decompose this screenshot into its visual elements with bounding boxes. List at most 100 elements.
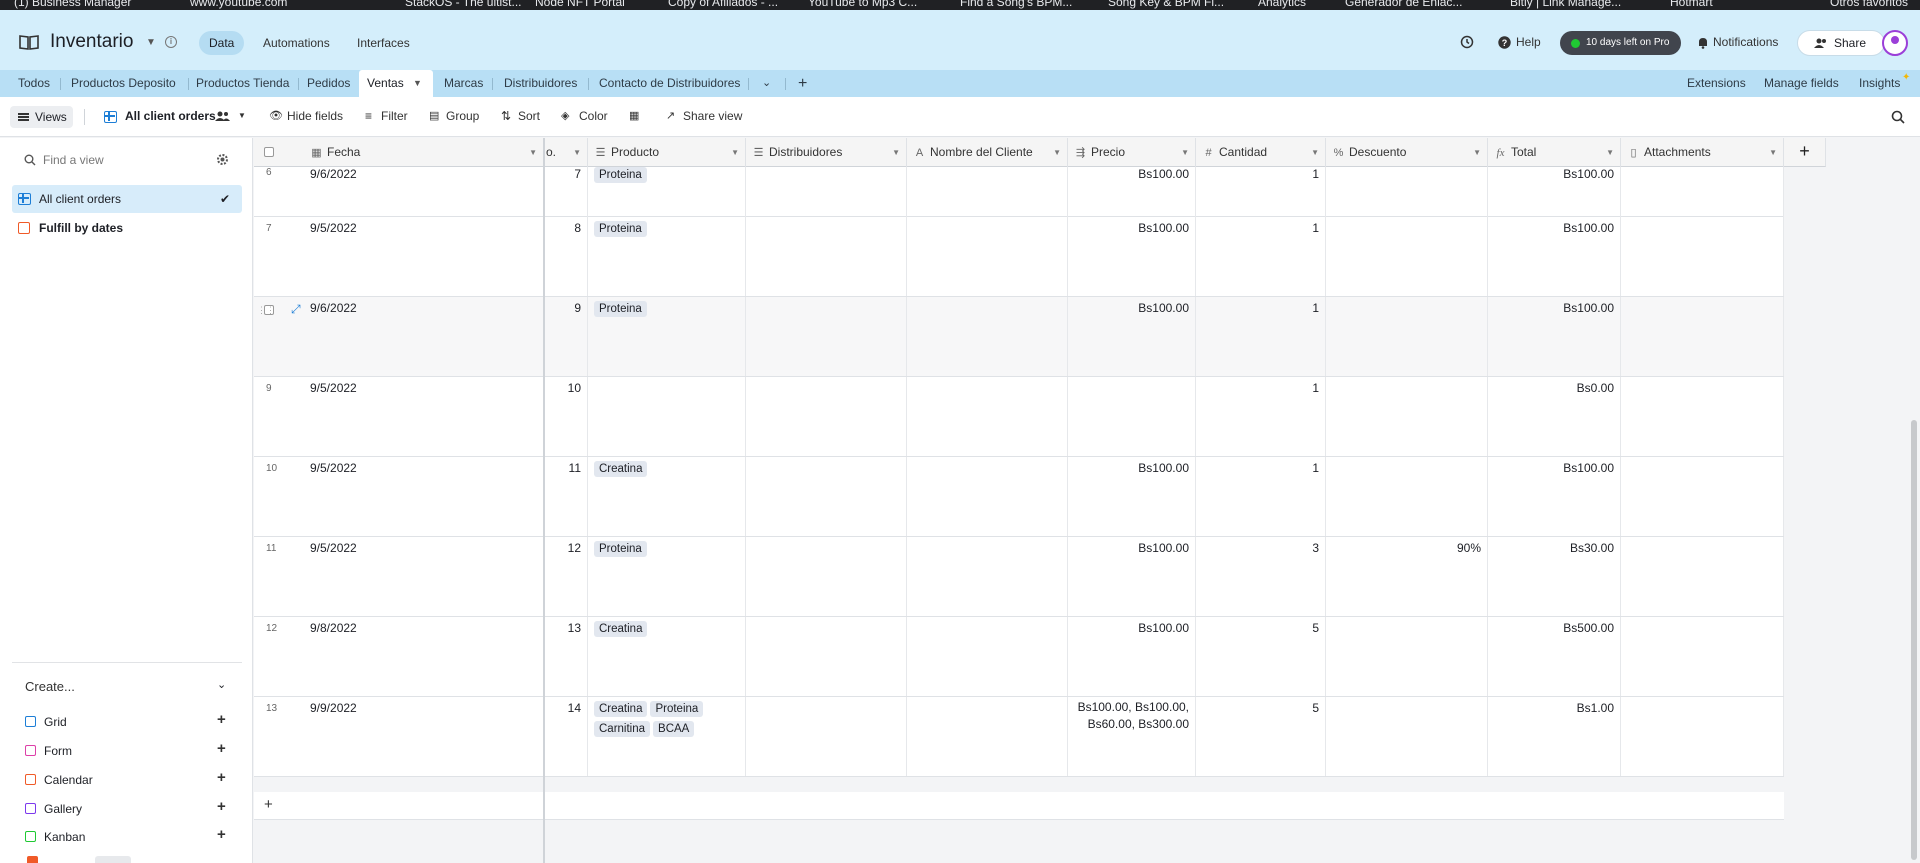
chevron-down-icon[interactable]: ⌄ [217,678,226,691]
distribuidores-cell[interactable] [746,537,907,616]
producto-cell[interactable]: Proteina [588,537,746,616]
table-tab-productos-deposito[interactable]: Productos Deposito [63,70,184,97]
fecha-cell[interactable]: 9/5/2022 [304,537,544,616]
tab-automations[interactable]: Automations [253,31,340,55]
tab-data[interactable]: Data [199,31,245,55]
attachments-cell[interactable] [1621,537,1784,616]
descuento-cell[interactable] [1326,297,1488,376]
bookmark[interactable]: Hotmart [1670,0,1713,9]
bookmark[interactable]: StackOS - The ultist... [405,0,521,9]
table-tab-distribuidores[interactable]: Distribuidores [496,70,585,97]
precio-cell[interactable] [1068,377,1196,456]
manage-fields-button[interactable]: Manage fields [1764,70,1839,97]
column-header-attachments[interactable]: ▯ Attachments ▼ [1621,138,1784,167]
table-tab-ventas[interactable]: Ventas ▼ [359,70,433,98]
table-row[interactable]: 6 9/6/2022 7 Proteina Bs100.00 1 Bs100.0… [254,167,1784,246]
descuento-cell[interactable] [1326,217,1488,296]
sort-button[interactable]: Sort [518,109,540,123]
column-header-distribuidores[interactable]: ☰ Distribuidores ▼ [746,138,907,167]
chevron-down-icon[interactable]: ▼ [146,37,156,48]
product-chip[interactable]: Proteina [594,541,647,557]
chevron-down-icon[interactable]: ▼ [1311,138,1319,167]
sidebar-view-fulfill-by-dates[interactable]: Fulfill by dates [12,214,242,242]
chevron-down-icon[interactable]: ▼ [529,138,537,167]
no-cell[interactable]: 11 [544,457,588,536]
column-header-precio[interactable]: ⇶ Precio ▼ [1068,138,1196,167]
column-header-cliente[interactable]: A Nombre del Cliente ▼ [907,138,1068,167]
cliente-cell[interactable] [907,377,1068,456]
current-view-name[interactable]: All client orders [125,109,216,123]
fecha-cell[interactable]: 9/5/2022 [304,217,544,296]
bookmark[interactable]: www.youtube.com [190,0,287,9]
column-header-total[interactable]: fx Total ▼ [1488,138,1621,167]
precio-cell[interactable]: Bs100.00 [1068,297,1196,376]
cantidad-cell[interactable]: 5 [1196,617,1326,696]
chevron-down-icon[interactable]: ⌄ [762,70,771,97]
product-chip[interactable]: Proteina [594,167,647,183]
attachments-cell[interactable] [1621,457,1784,536]
select-all-checkbox[interactable] [264,147,274,157]
table-tab-pedidos[interactable]: Pedidos [299,70,358,97]
total-cell[interactable]: Bs0.00 [1488,377,1621,456]
total-cell[interactable]: Bs30.00 [1488,537,1621,616]
hide-fields-button[interactable]: Hide fields [287,109,343,123]
table-tab-productos-tienda[interactable]: Productos Tienda [188,70,297,97]
total-cell[interactable]: Bs100.00 [1488,457,1621,536]
table-row[interactable]: 12 9/8/2022 13 Creatina Bs100.00 5 Bs500… [254,617,1784,697]
distribuidores-cell[interactable] [746,217,907,296]
table-tab-marcas[interactable]: Marcas [436,70,491,97]
bookmark[interactable]: Song Key & BPM Fi... [1108,0,1224,9]
producto-cell[interactable]: Creatina Proteina Carnitina BCAA [588,697,746,776]
descuento-cell[interactable] [1326,617,1488,696]
fecha-cell[interactable]: 9/5/2022 [304,377,544,456]
select-all-cell[interactable] [254,138,304,167]
frozen-column-divider[interactable] [543,138,545,863]
precio-cell[interactable]: Bs100.00 [1068,457,1196,536]
find-view-input[interactable]: Find a view [43,153,104,167]
base-title[interactable]: Inventario [50,31,133,53]
descuento-cell[interactable] [1326,377,1488,456]
attachments-cell[interactable] [1621,217,1784,296]
search-icon[interactable] [1891,110,1905,124]
add-form-icon[interactable]: + [217,740,226,757]
distribuidores-cell[interactable] [746,377,907,456]
column-header-producto[interactable]: ☰ Producto ▼ [588,138,746,167]
history-icon[interactable] [1460,35,1474,49]
notifications-link[interactable]: Notifications [1713,35,1778,49]
producto-cell[interactable]: Creatina [588,617,746,696]
expand-record-icon[interactable]: ⤢ [291,302,301,317]
chevron-down-icon[interactable]: ▼ [1181,138,1189,167]
producto-cell[interactable] [588,377,746,456]
add-calendar-icon[interactable]: + [217,769,226,786]
insights-button[interactable]: Insights [1859,70,1900,97]
distribuidores-cell[interactable] [746,457,907,536]
fecha-cell[interactable]: 9/5/2022 [304,457,544,536]
cantidad-cell[interactable]: 1 [1196,377,1326,456]
column-header-cantidad[interactable]: # Cantidad ▼ [1196,138,1326,167]
no-cell[interactable]: 13 [544,617,588,696]
add-record-icon[interactable]: + [264,796,273,813]
table-row[interactable]: 7 9/5/2022 8 Proteina Bs100.00 1 Bs100.0… [254,217,1784,297]
table-tab-todos[interactable]: Todos [10,70,58,97]
bookmark[interactable]: Analytics [1258,0,1306,9]
vertical-scrollbar[interactable] [1911,420,1917,860]
bookmark[interactable]: YouTube to Mp3 C... [808,0,917,9]
attachments-cell[interactable] [1621,697,1784,776]
table-row[interactable]: 11 9/5/2022 12 Proteina Bs100.00 3 90% B… [254,537,1784,617]
precio-cell[interactable]: Bs100.00, Bs100.00, Bs60.00, Bs300.00 [1068,697,1196,776]
bookmark[interactable]: Bitly | Link Manage... [1510,0,1621,9]
distribuidores-cell[interactable] [746,697,907,776]
tab-interfaces[interactable]: Interfaces [347,31,420,55]
bookmark[interactable]: Find a Song's BPM... [960,0,1072,9]
distribuidores-cell[interactable] [746,297,907,376]
share-button[interactable]: Share [1797,30,1885,56]
help-link[interactable]: Help [1516,35,1541,49]
gear-icon[interactable] [216,153,229,166]
product-chip[interactable]: Creatina [594,701,648,717]
bookmark[interactable]: Generador de Enlac... [1345,0,1462,9]
chevron-down-icon[interactable]: ▼ [238,111,246,120]
column-header-descuento[interactable]: % Descuento ▼ [1326,138,1488,167]
add-grid-icon[interactable]: + [217,711,226,728]
product-chip[interactable]: BCAA [653,721,695,737]
cliente-cell[interactable] [907,617,1068,696]
